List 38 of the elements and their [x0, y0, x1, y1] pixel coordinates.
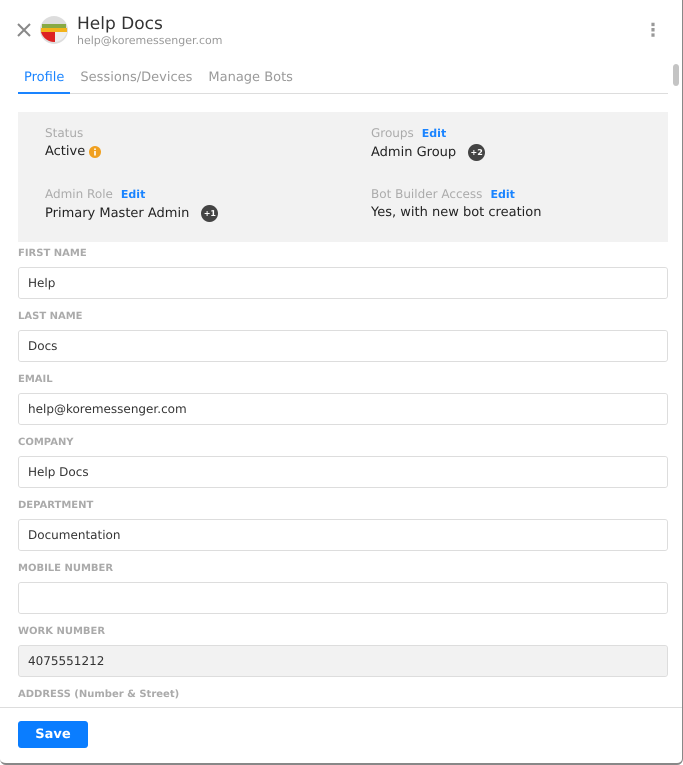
summary-value: Yes, with new bot creation: [371, 205, 542, 220]
summary-label: Bot Builder Access: [371, 187, 482, 201]
input-field[interactable]: Help: [18, 267, 668, 299]
summary-label: Status: [45, 126, 84, 140]
count-badge: +2: [468, 144, 486, 161]
edit-link[interactable]: Edit: [490, 188, 515, 200]
input-field[interactable]: Documentation: [18, 519, 668, 551]
summary-value: Active: [45, 144, 86, 159]
input-field[interactable]: Help Docs: [18, 456, 668, 488]
field-label: FIRST NAME: [18, 248, 88, 261]
field-label: DEPARTMENT: [18, 500, 94, 513]
tab[interactable]: Profile: [18, 64, 70, 94]
save-button[interactable]: Save: [18, 721, 88, 748]
input-field[interactable]: help@koremessenger.com: [18, 393, 668, 425]
close-icon[interactable]: [16, 22, 32, 38]
input-field[interactable]: Docs: [18, 330, 668, 362]
edit-link[interactable]: Edit: [422, 126, 446, 140]
summary-value: Admin Group: [371, 145, 456, 160]
field-label: WORK NUMBER: [18, 626, 106, 639]
field-label: COMPANY: [18, 437, 75, 450]
menu-icon[interactable]: ⋮: [644, 20, 662, 40]
summary-label: Groups: [371, 126, 414, 140]
field-label: ADDRESS (Number & Street): [18, 689, 180, 702]
avatar-icon: [40, 16, 68, 44]
field-label: EMAIL: [18, 374, 54, 387]
tab[interactable]: Manage Bots: [202, 64, 299, 94]
input-field[interactable]: [18, 582, 668, 614]
user-name: Help Docs: [77, 14, 164, 34]
field-label: MOBILE NUMBER: [18, 563, 114, 576]
scrollbar-thumb[interactable]: [673, 64, 679, 86]
summary-value: Primary Master Admin: [45, 206, 190, 221]
count-badge: +1: [201, 205, 218, 222]
field-label: LAST NAME: [18, 311, 84, 324]
info-icon[interactable]: [89, 146, 102, 158]
user-email: help@koremessenger.com: [77, 34, 224, 46]
tab[interactable]: Sessions/Devices: [74, 64, 198, 94]
edit-link[interactable]: Edit: [120, 188, 146, 200]
summary-label: Admin Role: [45, 187, 113, 201]
